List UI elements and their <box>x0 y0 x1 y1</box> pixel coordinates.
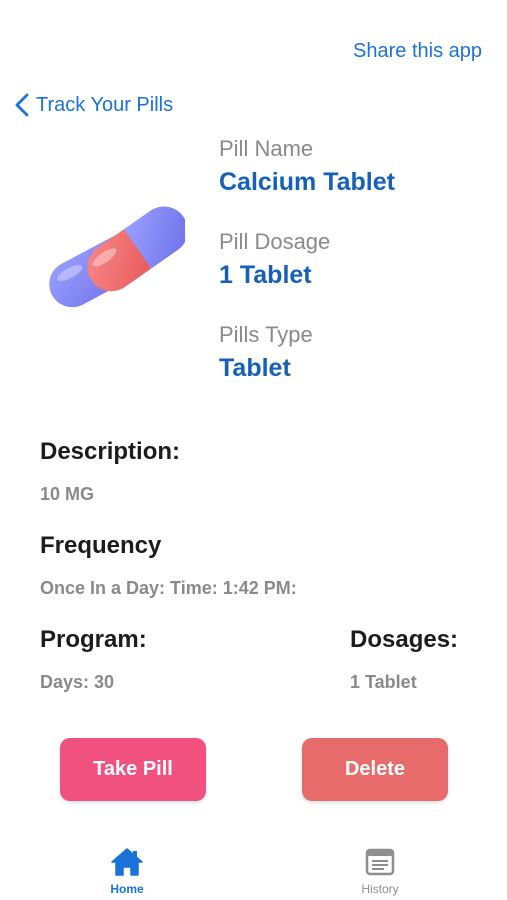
tab-home-label: Home <box>110 882 144 896</box>
pill-detail-screen: Share this app Track Your Pills Pill Nam… <box>0 0 507 900</box>
dosages-title: Dosages: <box>350 626 459 653</box>
delete-button[interactable]: Delete <box>302 738 448 801</box>
pill-dosage-value: 1 Tablet <box>219 261 312 289</box>
dosages-value: 1 Tablet <box>350 672 417 692</box>
pill-type-label: Pills Type <box>219 322 313 347</box>
pill-capsule-icon <box>49 197 185 308</box>
program-value: Days: 30 <box>40 672 115 692</box>
program-title: Program: <box>40 626 147 653</box>
tab-history[interactable]: History <box>340 846 420 896</box>
description-title: Description: <box>40 438 181 465</box>
pill-dosage-label: Pill Dosage <box>219 229 331 254</box>
back-button[interactable]: Track Your Pills <box>14 93 173 117</box>
take-pill-button[interactable]: Take Pill <box>60 738 206 801</box>
pill-name-label: Pill Name <box>219 136 314 161</box>
tab-bar: Home History <box>0 840 507 900</box>
history-icon <box>365 848 395 876</box>
description-value: 10 MG <box>40 484 95 504</box>
tab-history-label: History <box>361 882 399 896</box>
chevron-left-icon <box>15 93 29 117</box>
pill-name-value: Calcium Tablet <box>219 168 395 196</box>
frequency-title: Frequency <box>40 532 162 559</box>
home-icon <box>111 848 143 876</box>
frequency-value: Once In a Day: Time: 1:42 PM: <box>40 578 297 598</box>
pill-type-value: Tablet <box>219 354 291 382</box>
back-label: Track Your Pills <box>36 93 174 116</box>
pill-info: Pill Name Calcium Tablet Pill Dosage 1 T… <box>219 134 395 413</box>
share-app-link[interactable]: Share this app <box>353 40 482 63</box>
tab-home[interactable]: Home <box>87 846 167 896</box>
